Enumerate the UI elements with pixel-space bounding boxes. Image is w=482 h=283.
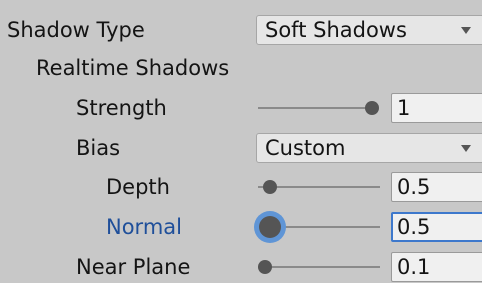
shadow-type-dropdown[interactable]: Soft Shadows xyxy=(256,15,482,45)
depth-input[interactable]: 0.5 xyxy=(391,172,482,202)
near-plane-input[interactable]: 0.1 xyxy=(391,252,482,282)
shadow-type-row: Shadow Type Soft Shadows xyxy=(0,12,482,48)
dropdown-arrow-icon xyxy=(461,145,471,152)
near-plane-slider[interactable] xyxy=(258,249,380,283)
realtime-shadows-row: Realtime Shadows xyxy=(0,50,482,86)
shadow-type-value: Soft Shadows xyxy=(265,18,407,42)
near-plane-label: Near Plane xyxy=(76,255,191,279)
shadow-type-label: Shadow Type xyxy=(7,18,145,42)
realtime-shadows-heading: Realtime Shadows xyxy=(36,56,230,80)
normal-row: Normal 0.5 xyxy=(0,209,482,245)
normal-label: Normal xyxy=(106,215,182,239)
depth-slider[interactable] xyxy=(258,169,380,205)
strength-row: Strength 1 xyxy=(0,90,482,126)
strength-slider[interactable] xyxy=(258,90,379,126)
near-plane-row: Near Plane 0.1 xyxy=(0,249,482,283)
slider-thumb[interactable] xyxy=(365,101,379,115)
bias-value: Custom xyxy=(265,136,346,160)
slider-thumb[interactable] xyxy=(263,180,278,194)
slider-track xyxy=(258,266,380,268)
depth-row: Depth 0.5 xyxy=(0,169,482,205)
slider-track xyxy=(258,107,372,109)
bias-dropdown[interactable]: Custom xyxy=(256,133,482,163)
depth-label: Depth xyxy=(106,175,170,199)
strength-label: Strength xyxy=(76,96,167,120)
normal-input[interactable]: 0.5 xyxy=(391,212,482,242)
shadow-settings-panel: { "shadow_type": { "label": "Shadow Type… xyxy=(0,0,482,283)
slider-thumb[interactable] xyxy=(259,216,282,238)
normal-slider[interactable] xyxy=(258,209,380,245)
bias-label: Bias xyxy=(76,136,121,160)
strength-input[interactable]: 1 xyxy=(391,93,482,123)
bias-row: Bias Custom xyxy=(0,130,482,166)
slider-thumb[interactable] xyxy=(258,260,273,274)
dropdown-arrow-icon xyxy=(461,27,471,34)
